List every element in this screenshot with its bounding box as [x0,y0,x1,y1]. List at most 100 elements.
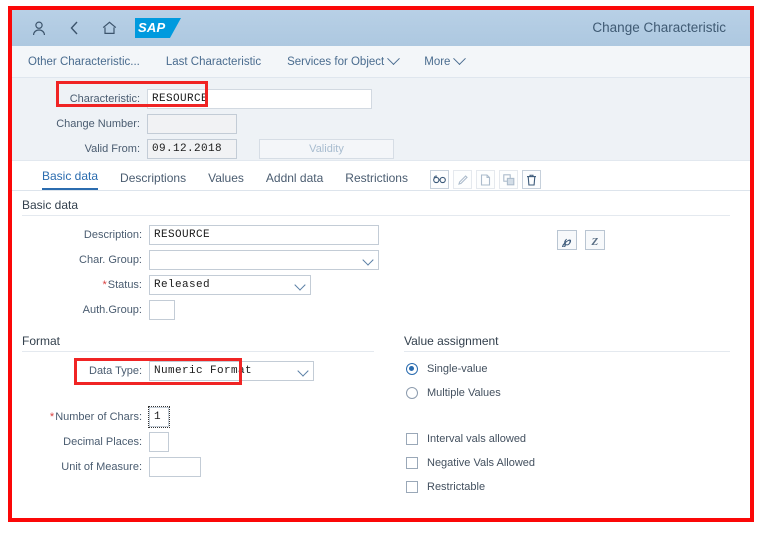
action-services-for-object[interactable]: Services for Object [287,52,401,68]
action-other-characteristic[interactable]: Other Characteristic... [28,56,140,68]
description-input[interactable]: RESOURCE [149,225,379,245]
char-group-label: Char. Group: [79,254,142,266]
display-glasses-icon[interactable] [430,170,449,189]
format-and-value-assignment: Format Data Type: Numeric Format *Number… [12,334,750,505]
back-icon[interactable] [61,15,87,41]
tab-label: Addnl data [265,171,324,185]
radio-multiple-values[interactable]: Multiple Values [394,387,750,399]
valid-from-input[interactable]: 09.12.2018 [147,139,237,159]
status-select[interactable]: Released [149,275,311,295]
action-label: More [424,55,451,68]
tab-basic-data[interactable]: Basic data [42,169,99,190]
format-section: Format Data Type: Numeric Format *Number… [12,334,394,505]
action-label: Last Characteristic [165,55,262,68]
radio-button[interactable] [406,387,418,399]
checkbox-label: Restrictable [427,481,486,493]
required-asterisk: * [49,411,55,423]
auth-group-label: Auth.Group: [82,304,142,316]
number-of-chars-label-text: Number of Chars: [55,411,142,423]
sap-logo-text: SAP [138,20,166,35]
checkbox-negative-vals-allowed[interactable]: Negative Vals Allowed [394,457,750,469]
sap-logo[interactable]: SAP [135,18,181,38]
checkbox-restrictable[interactable]: Restrictable [394,481,750,493]
section-divider [22,351,374,352]
value-assignment-section: Value assignment Single-value Multiple V… [394,334,750,505]
radio-label: Multiple Values [427,387,501,399]
user-icon[interactable] [26,15,52,41]
decimal-places-row: Decimal Places: [12,432,394,452]
checkbox[interactable] [406,457,418,469]
valid-from-row: Valid From: 09.12.2018 Validity [12,139,750,159]
auth-group-row: Auth.Group: [12,300,750,320]
number-of-chars-label: *Number of Chars: [12,411,149,423]
create-page-icon[interactable] [476,170,495,189]
tab-bar: Basic data Descriptions Values Addnl dat… [12,161,750,191]
char-group-row: Char. Group: [12,250,750,270]
characteristic-row: Characteristic: RESOURCE [12,89,750,109]
validity-button[interactable]: Validity [259,139,394,159]
copy-with-reference-icon[interactable] [499,170,518,189]
tab-content-basic-data: Basic data Description: RESOURCE Char. G… [12,191,750,505]
shell-bar: SAP Change Characteristic [12,10,750,46]
characteristic-input[interactable]: RESOURCE [147,89,372,109]
checkbox-label: Negative Vals Allowed [427,457,536,469]
status-label: *Status: [12,279,149,291]
description-label: Description: [83,229,142,241]
chevron-down-icon [387,52,401,66]
checkbox[interactable] [406,481,418,493]
status-label-text: Status: [107,279,142,291]
svg-text:Z: Z [590,236,598,247]
action-last-characteristic[interactable]: Last Characteristic [166,56,261,68]
value-assignment-section-title: Value assignment [404,334,499,348]
tab-label: Restrictions [345,171,408,185]
data-type-row: Data Type: Numeric Format [12,361,394,381]
tab-addnl-data[interactable]: Addnl data [266,171,323,190]
auth-group-input[interactable] [149,300,175,320]
change-number-row: Change Number: [12,114,750,134]
additional-language-icon[interactable]: Z [585,230,605,250]
change-number-input[interactable] [147,114,237,134]
change-number-label: Change Number: [56,118,140,130]
basic-data-section-title: Basic data [22,198,79,212]
chevron-down-icon [453,52,467,66]
char-group-select[interactable] [149,250,379,270]
tab-values[interactable]: Values [208,171,244,190]
unit-of-measure-input[interactable] [149,457,201,477]
action-label: Services for Object [287,55,385,68]
object-header-toolbar [430,170,541,189]
action-toolbar: Other Characteristic... Last Characteris… [12,46,750,78]
tab-label: Values [208,171,244,185]
svg-text:℘: ℘ [561,234,572,247]
edit-pencil-icon[interactable] [453,170,472,189]
page-title: Change Characteristic [592,20,726,35]
checkbox-interval-vals-allowed[interactable]: Interval vals allowed [394,433,750,445]
basic-data-side-toolbar: ℘ Z [557,230,605,250]
data-type-select[interactable]: Numeric Format [149,361,314,381]
tab-label: Descriptions [120,171,187,185]
translate-icon[interactable]: ℘ [557,230,577,250]
tab-label: Basic data [42,169,99,183]
checkbox-label: Interval vals allowed [427,433,527,445]
tab-descriptions[interactable]: Descriptions [120,171,186,190]
radio-single-value[interactable]: Single-value [394,363,750,375]
unit-of-measure-label: Unit of Measure: [61,461,142,473]
checkbox[interactable] [406,433,418,445]
delete-trash-icon[interactable] [522,170,541,189]
description-row: Description: RESOURCE [12,225,750,245]
tab-restrictions[interactable]: Restrictions [345,171,408,190]
action-more[interactable]: More [424,52,467,68]
valid-from-label: Valid From: [84,143,140,155]
number-of-chars-row: *Number of Chars: 1 [12,406,394,428]
section-divider [22,215,730,216]
status-row: *Status: Released [12,275,750,295]
home-icon[interactable] [96,15,122,41]
characteristic-label: Characteristic: [69,93,140,105]
object-header: Characteristic: RESOURCE Change Number: … [12,78,750,189]
required-asterisk: * [102,279,107,291]
screenshot-frame: SAP Change Characteristic Other Characte… [8,6,754,522]
number-of-chars-input[interactable]: 1 [148,406,170,428]
decimal-places-input[interactable] [149,432,169,452]
data-type-label: Data Type: [89,365,142,377]
decimal-places-label: Decimal Places: [63,436,142,448]
radio-button[interactable] [406,363,418,375]
